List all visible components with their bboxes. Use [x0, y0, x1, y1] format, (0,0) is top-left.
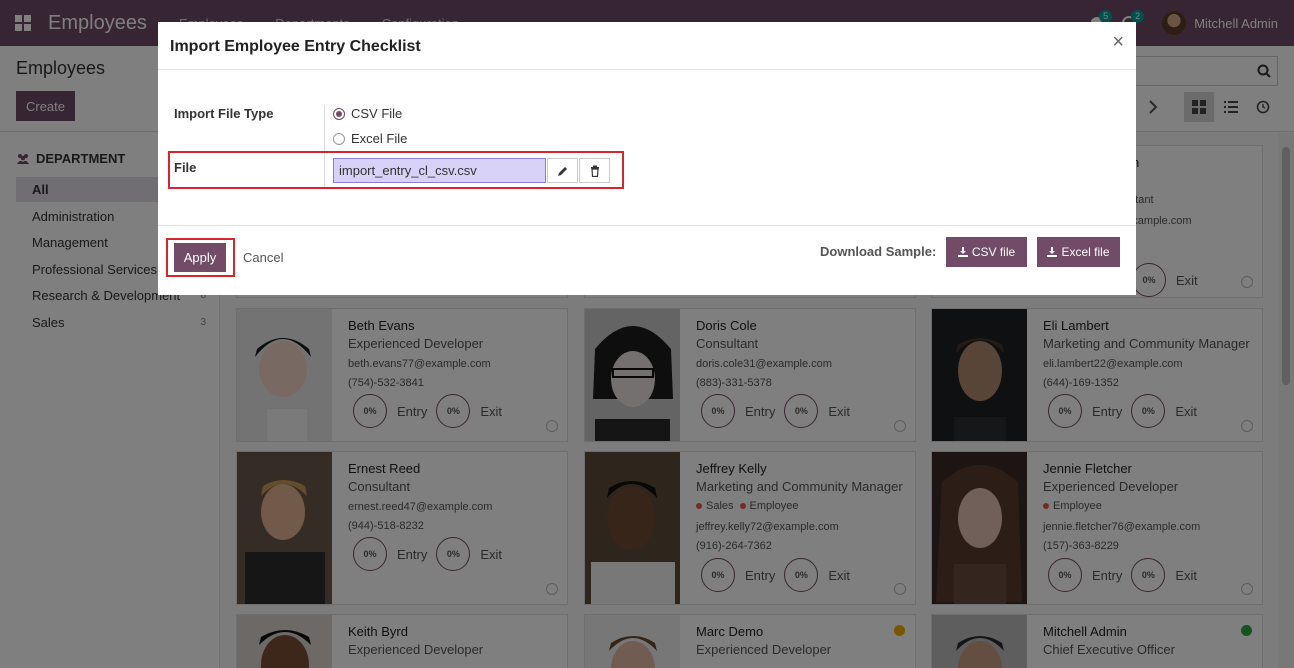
close-icon[interactable]: × [1112, 32, 1124, 52]
import-dialog: Import Employee Entry Checklist × Import… [158, 22, 1136, 295]
dialog-title: Import Employee Entry Checklist [170, 38, 421, 55]
download-icon [957, 247, 968, 257]
download-excel-label: Excel file [1061, 245, 1110, 259]
file-type-label: Import File Type [174, 106, 274, 121]
pencil-icon [557, 166, 567, 176]
radio-checked-icon[interactable] [333, 107, 345, 120]
download-excel-button[interactable]: Excel file [1037, 237, 1120, 267]
delete-file-button[interactable] [579, 158, 610, 183]
cancel-button[interactable]: Cancel [243, 250, 283, 265]
radio-label: Excel File [351, 131, 408, 146]
download-csv-label: CSV file [971, 245, 1016, 259]
trash-icon [590, 165, 599, 177]
radio-unchecked-icon[interactable] [333, 132, 345, 145]
apply-button[interactable]: Apply [174, 243, 226, 272]
divider [158, 225, 1136, 226]
download-csv-button[interactable]: CSV file [946, 237, 1027, 267]
edit-file-button[interactable] [547, 158, 578, 183]
divider [158, 69, 1136, 70]
download-icon [1047, 247, 1058, 257]
file-name-field[interactable]: import_entry_cl_csv.csv [333, 158, 546, 183]
radio-label: CSV File [351, 106, 403, 121]
file-label: File [174, 160, 197, 175]
download-sample-label: Download Sample: [820, 244, 937, 259]
radio-excel-file[interactable]: Excel File [333, 131, 407, 146]
radio-csv-file[interactable]: CSV File [333, 106, 402, 121]
